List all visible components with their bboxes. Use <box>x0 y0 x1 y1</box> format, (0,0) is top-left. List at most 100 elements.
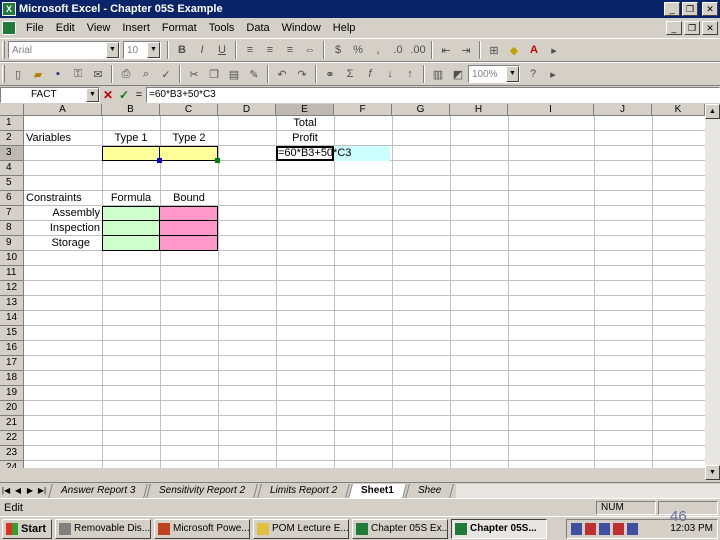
increase-decimal-icon[interactable]: .0 <box>388 40 408 60</box>
formula-cell-b8[interactable] <box>102 221 160 236</box>
column-header-h[interactable]: H <box>450 104 508 116</box>
cell-c6[interactable]: Bound <box>160 191 218 206</box>
tray-icon[interactable] <box>599 522 610 535</box>
tab-answer-report-3[interactable]: Answer Report 3 <box>48 483 149 498</box>
sort-ascending-icon[interactable]: ↓ <box>380 64 400 84</box>
task-pom-lecture[interactable]: POM Lecture E... <box>253 518 349 539</box>
row-header-8[interactable]: 8 <box>0 221 24 236</box>
cell-a9[interactable]: Storage <box>24 236 92 251</box>
row-header-14[interactable]: 14 <box>0 311 24 326</box>
menu-tools[interactable]: Tools <box>203 22 241 34</box>
column-header-i[interactable]: I <box>508 104 594 116</box>
tray-icon[interactable] <box>613 522 624 535</box>
row-header-11[interactable]: 11 <box>0 266 24 281</box>
excel-app-icon[interactable]: X <box>2 2 16 16</box>
open-icon[interactable]: ▰ <box>28 64 48 84</box>
cut-icon[interactable]: ✂ <box>184 64 204 84</box>
cell-a7[interactable]: Assembly <box>24 206 102 221</box>
row-header-2[interactable]: 2 <box>0 131 24 146</box>
row-header-22[interactable]: 22 <box>0 431 24 446</box>
task-chapter-05s-active[interactable]: Chapter 05S... <box>451 518 547 539</box>
new-icon[interactable]: ▯ <box>8 64 28 84</box>
fill-color-icon[interactable]: ◆ <box>504 40 524 60</box>
menu-window[interactable]: Window <box>276 22 327 34</box>
paste-icon[interactable]: ▤ <box>224 64 244 84</box>
cell-b2[interactable]: Type 1 <box>102 131 160 146</box>
align-right-icon[interactable]: ≡ <box>280 40 300 60</box>
menu-edit[interactable]: Edit <box>50 22 81 34</box>
autosum-icon[interactable]: Σ <box>340 64 360 84</box>
row-header-12[interactable]: 12 <box>0 281 24 296</box>
select-all-corner[interactable] <box>0 104 24 116</box>
print-preview-icon[interactable]: ⌕ <box>136 64 156 84</box>
print-icon[interactable]: ⎙ <box>116 64 136 84</box>
drawing-icon[interactable]: ◩ <box>448 64 468 84</box>
sort-descending-icon[interactable]: ↑ <box>400 64 420 84</box>
worksheet-grid[interactable]: A B C D E F G H I J K 1 2 3 4 5 6 7 8 9 … <box>0 104 705 468</box>
save-icon[interactable]: ▪ <box>48 64 68 84</box>
bound-cell-c7[interactable] <box>160 206 218 221</box>
column-header-b[interactable]: B <box>102 104 160 116</box>
cancel-icon[interactable]: ✕ <box>100 87 116 103</box>
comma-icon[interactable]: , <box>368 40 388 60</box>
decrease-indent-icon[interactable]: ⇤ <box>436 40 456 60</box>
menu-help[interactable]: Help <box>327 22 362 34</box>
cell-e3-edit[interactable]: =60*B3+50*C3 <box>276 146 353 161</box>
column-header-c[interactable]: C <box>160 104 218 116</box>
cell-a8[interactable]: Inspection <box>24 221 102 236</box>
chart-wizard-icon[interactable]: ▥ <box>428 64 448 84</box>
column-header-g[interactable]: G <box>392 104 450 116</box>
vertical-scrollbar[interactable]: ▲ ▼ <box>705 104 720 480</box>
borders-icon[interactable]: ⊞ <box>484 40 504 60</box>
column-header-a[interactable]: A <box>24 104 102 116</box>
font-size-combo[interactable]: 10 ▼ <box>123 41 161 59</box>
format-painter-icon[interactable]: ✎ <box>244 64 264 84</box>
function-icon[interactable]: f <box>360 64 380 84</box>
row-header-6[interactable]: 6 <box>0 191 24 206</box>
row-header-23[interactable]: 23 <box>0 446 24 461</box>
task-chapter-05s-ex[interactable]: Chapter 05S Ex... <box>352 518 448 539</box>
formula-cell-b7[interactable] <box>102 206 160 221</box>
start-button[interactable]: Start <box>2 518 52 539</box>
row-header-16[interactable]: 16 <box>0 341 24 356</box>
permission-icon[interactable]: ⚿ <box>68 64 88 84</box>
formula-cell-b9[interactable] <box>102 236 160 251</box>
menu-insert[interactable]: Insert <box>116 22 156 34</box>
cell-b6[interactable]: Formula <box>102 191 160 206</box>
cell-c2[interactable]: Type 2 <box>160 131 218 146</box>
row-header-7[interactable]: 7 <box>0 206 24 221</box>
tab-sensitivity-report-2[interactable]: Sensitivity Report 2 <box>146 483 259 498</box>
prev-sheet-icon[interactable]: ◀ <box>12 484 24 498</box>
tray-icon[interactable] <box>585 522 596 535</box>
cell-a6[interactable]: Constraints <box>24 191 84 206</box>
copy-icon[interactable]: ❐ <box>204 64 224 84</box>
row-header-15[interactable]: 15 <box>0 326 24 341</box>
scroll-down-icon[interactable]: ▼ <box>705 465 720 480</box>
email-icon[interactable]: ✉ <box>88 64 108 84</box>
font-color-icon[interactable]: A <box>524 40 544 60</box>
row-header-3[interactable]: 3 <box>0 146 24 161</box>
spelling-icon[interactable]: ✓ <box>156 64 176 84</box>
row-header-17[interactable]: 17 <box>0 356 24 371</box>
decrease-decimal-icon[interactable]: .00 <box>408 40 428 60</box>
minimize-button[interactable]: _ <box>664 2 680 16</box>
bound-cell-c9[interactable] <box>160 236 218 251</box>
restore-button[interactable]: ❐ <box>682 2 698 16</box>
enter-icon[interactable]: ✓ <box>116 87 132 103</box>
doc-minimize-button[interactable]: _ <box>666 21 682 35</box>
task-powerpoint[interactable]: Microsoft Powe... <box>154 518 250 539</box>
tab-limits-report-2[interactable]: Limits Report 2 <box>256 483 350 498</box>
menu-view[interactable]: View <box>81 22 117 34</box>
toolbar-options-icon[interactable]: ▸ <box>543 64 563 84</box>
title-bar[interactable]: X Microsoft Excel - Chapter 05S Example … <box>0 0 720 18</box>
column-header-d[interactable]: D <box>218 104 276 116</box>
underline-icon[interactable]: U <box>212 40 232 60</box>
tab-sheet1[interactable]: Sheet1 <box>348 483 407 498</box>
column-header-k[interactable]: K <box>652 104 705 116</box>
row-header-1[interactable]: 1 <box>0 116 24 131</box>
close-button[interactable]: ✕ <box>702 2 718 16</box>
font-name-combo[interactable]: Arial ▼ <box>8 41 120 59</box>
row-header-21[interactable]: 21 <box>0 416 24 431</box>
undo-icon[interactable]: ↶ <box>272 64 292 84</box>
column-header-f[interactable]: F <box>334 104 392 116</box>
